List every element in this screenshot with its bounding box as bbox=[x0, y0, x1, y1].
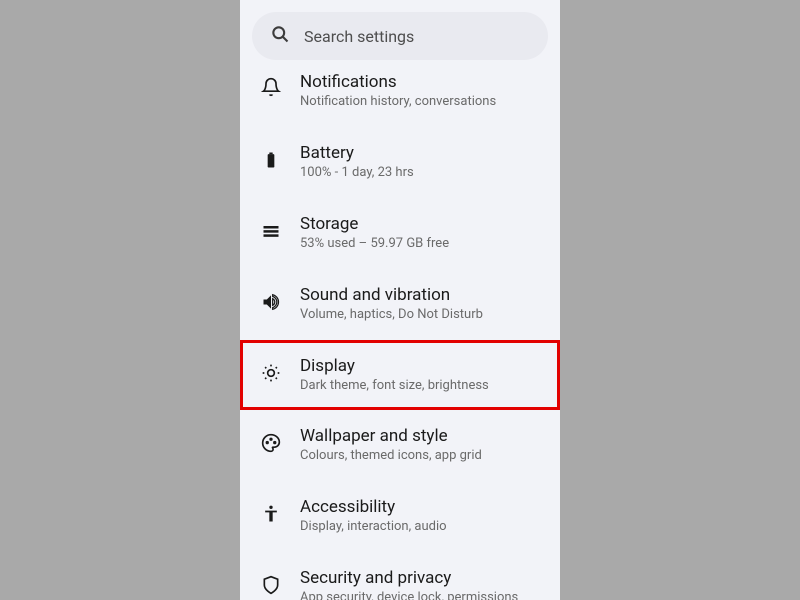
item-subtitle: Volume, haptics, Do Not Disturb bbox=[300, 307, 540, 324]
settings-item-battery[interactable]: Battery 100% - 1 day, 23 hrs bbox=[240, 127, 560, 198]
item-text: Accessibility Display, interaction, audi… bbox=[300, 497, 540, 536]
item-text: Security and privacy App security, devic… bbox=[300, 568, 540, 600]
item-title: Accessibility bbox=[300, 497, 540, 517]
item-title: Display bbox=[300, 356, 540, 376]
item-subtitle: 53% used – 59.97 GB free bbox=[300, 236, 540, 253]
battery-icon bbox=[260, 149, 282, 171]
settings-item-notifications[interactable]: Notifications Notification history, conv… bbox=[240, 64, 560, 127]
accessibility-icon bbox=[260, 503, 282, 525]
settings-item-security[interactable]: Security and privacy App security, devic… bbox=[240, 552, 560, 600]
settings-item-wallpaper[interactable]: Wallpaper and style Colours, themed icon… bbox=[240, 410, 560, 481]
settings-list: Notifications Notification history, conv… bbox=[240, 64, 560, 600]
shield-icon bbox=[260, 574, 282, 596]
item-subtitle: 100% - 1 day, 23 hrs bbox=[300, 165, 540, 182]
item-subtitle: Dark theme, font size, brightness bbox=[300, 378, 540, 395]
storage-icon bbox=[260, 220, 282, 242]
search-icon bbox=[270, 24, 290, 48]
search-bar[interactable]: Search settings bbox=[252, 12, 548, 60]
item-text: Wallpaper and style Colours, themed icon… bbox=[300, 426, 540, 465]
item-text: Battery 100% - 1 day, 23 hrs bbox=[300, 143, 540, 182]
notifications-icon bbox=[260, 76, 282, 98]
settings-item-display[interactable]: Display Dark theme, font size, brightnes… bbox=[240, 340, 560, 411]
settings-screen: Search settings Notifications Notificati… bbox=[240, 0, 560, 600]
search-placeholder: Search settings bbox=[304, 27, 414, 46]
display-icon bbox=[260, 362, 282, 384]
item-title: Sound and vibration bbox=[300, 285, 540, 305]
item-subtitle: Notification history, conversations bbox=[300, 94, 540, 111]
item-subtitle: Colours, themed icons, app grid bbox=[300, 448, 540, 465]
item-text: Storage 53% used – 59.97 GB free bbox=[300, 214, 540, 253]
item-title: Notifications bbox=[300, 72, 540, 92]
item-text: Notifications Notification history, conv… bbox=[300, 72, 540, 111]
item-title: Battery bbox=[300, 143, 540, 163]
item-subtitle: Display, interaction, audio bbox=[300, 519, 540, 536]
palette-icon bbox=[260, 432, 282, 454]
settings-item-sound[interactable]: Sound and vibration Volume, haptics, Do … bbox=[240, 269, 560, 340]
item-title: Wallpaper and style bbox=[300, 426, 540, 446]
item-title: Security and privacy bbox=[300, 568, 540, 588]
sound-icon bbox=[260, 291, 282, 313]
settings-item-storage[interactable]: Storage 53% used – 59.97 GB free bbox=[240, 198, 560, 269]
settings-item-accessibility[interactable]: Accessibility Display, interaction, audi… bbox=[240, 481, 560, 552]
item-text: Sound and vibration Volume, haptics, Do … bbox=[300, 285, 540, 324]
item-title: Storage bbox=[300, 214, 540, 234]
item-text: Display Dark theme, font size, brightnes… bbox=[300, 356, 540, 395]
item-subtitle: App security, device lock, permissions bbox=[300, 590, 540, 600]
